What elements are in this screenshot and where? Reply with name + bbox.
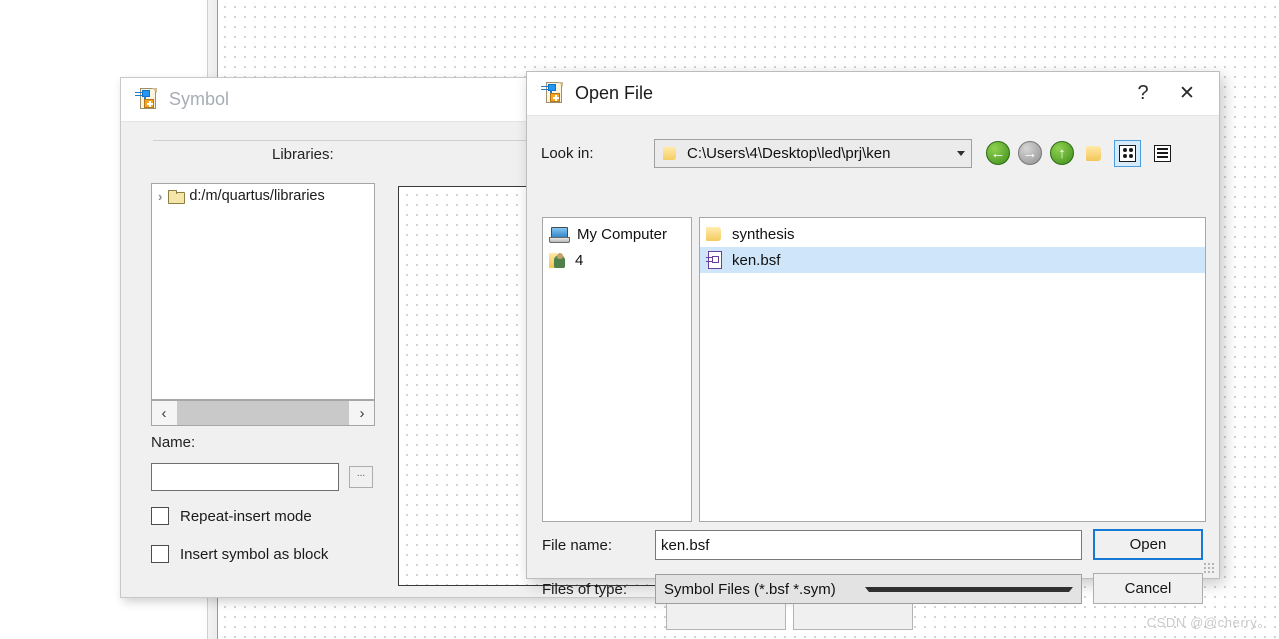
file-name-label: ken.bsf <box>732 251 781 269</box>
computer-icon <box>549 226 570 243</box>
file-name-label: synthesis <box>732 225 795 243</box>
file-list[interactable]: synthesis ken.bsf <box>699 217 1206 522</box>
symbol-file-icon <box>135 88 157 111</box>
file-name-row: File name: <box>542 530 1082 560</box>
sidebar-item-label: 4 <box>575 251 584 269</box>
help-icon[interactable]: ? <box>1121 79 1165 109</box>
scrollbar-thumb[interactable] <box>177 401 349 425</box>
list-item[interactable]: ken.bsf <box>700 247 1205 273</box>
folder-icon <box>706 226 723 242</box>
name-input[interactable] <box>151 463 339 491</box>
checkbox-box[interactable] <box>151 545 169 563</box>
libraries-tree[interactable]: › d:/m/quartus/libraries <box>151 183 375 400</box>
libraries-horizontal-scrollbar[interactable]: ‹ › <box>151 400 375 426</box>
file-type-row: Files of type: Symbol Files (*.bsf *.sym… <box>542 574 1082 604</box>
open-file-titlebar[interactable]: Open File ? ✕ <box>527 72 1219 116</box>
new-folder-icon[interactable] <box>1086 145 1102 162</box>
library-tree-item-label: d:/m/quartus/libraries <box>189 188 325 204</box>
list-item[interactable]: synthesis <box>700 221 1205 247</box>
file-name-input[interactable] <box>655 530 1082 560</box>
screen-root: CSDN @@cherry。 Symbol Libraries: › d:/m/… <box>0 0 1279 639</box>
up-arrow-icon[interactable]: ↑ <box>1050 141 1074 165</box>
list-view-icon[interactable] <box>1114 139 1141 167</box>
files-of-type-value: Symbol Files (*.bsf *.sym) <box>664 580 836 598</box>
symbol-dialog-title: Symbol <box>169 89 230 109</box>
library-tree-item[interactable]: › d:/m/quartus/libraries <box>152 184 374 208</box>
user-folder-icon <box>549 252 566 269</box>
watermark-text: CSDN @@cherry。 <box>1146 615 1271 630</box>
repeat-insert-mode-checkbox[interactable]: Repeat-insert mode <box>151 507 312 525</box>
chevron-down-icon[interactable] <box>957 150 965 156</box>
back-arrow-icon[interactable]: ← <box>986 141 1010 165</box>
name-browse-button[interactable]: ... <box>349 466 373 488</box>
checkbox-box[interactable] <box>151 507 169 525</box>
open-file-dialog[interactable]: Open File ? ✕ Look in: C:\Users\4\Deskto… <box>526 71 1220 604</box>
bsf-file-icon <box>706 251 723 269</box>
open-button[interactable]: Open <box>1093 529 1203 560</box>
insert-symbol-as-block-label: Insert symbol as block <box>180 545 329 563</box>
look-in-combo[interactable]: C:\Users\4\Desktop\led\prj\ken <box>654 138 972 168</box>
file-name-label: File name: <box>542 536 613 554</box>
places-sidebar[interactable]: My Computer 4 <box>542 217 692 522</box>
chevron-down-icon[interactable] <box>864 586 1073 592</box>
detail-view-icon[interactable] <box>1149 140 1176 167</box>
folder-icon <box>663 146 677 161</box>
look-in-label: Look in: <box>541 144 594 162</box>
sidebar-item-user[interactable]: 4 <box>543 247 691 273</box>
symbol-ok-button[interactable] <box>666 600 786 630</box>
files-of-type-label: Files of type: <box>542 580 628 598</box>
name-label: Name: <box>151 434 196 451</box>
look-in-row: Look in: C:\Users\4\Desktop\led\prj\ken … <box>541 138 1205 168</box>
forward-arrow-icon[interactable]: → <box>1018 141 1042 165</box>
sidebar-item-my-computer[interactable]: My Computer <box>543 221 691 247</box>
close-icon[interactable]: ✕ <box>1165 79 1209 109</box>
resize-grip[interactable] <box>1203 562 1215 574</box>
navigation-toolbar: ← → ↑ <box>986 139 1176 167</box>
symbol-file-icon <box>541 82 563 105</box>
folder-icon <box>168 190 186 204</box>
chevron-right-icon[interactable]: › <box>158 189 162 204</box>
insert-symbol-as-block-checkbox[interactable]: Insert symbol as block <box>151 545 328 563</box>
scroll-left-icon[interactable]: ‹ <box>152 401 176 425</box>
open-file-title: Open File <box>575 83 654 103</box>
files-of-type-combo[interactable]: Symbol Files (*.bsf *.sym) <box>655 574 1082 604</box>
open-file-body: Look in: C:\Users\4\Desktop\led\prj\ken … <box>527 116 1219 604</box>
symbol-cancel-button[interactable] <box>793 600 913 630</box>
sidebar-item-label: My Computer <box>577 225 668 243</box>
look-in-value: C:\Users\4\Desktop\led\prj\ken <box>687 144 891 162</box>
libraries-label: Libraries: <box>272 146 334 163</box>
scroll-right-icon[interactable]: › <box>350 401 374 425</box>
repeat-insert-mode-label: Repeat-insert mode <box>180 507 312 525</box>
cancel-button[interactable]: Cancel <box>1093 573 1203 604</box>
